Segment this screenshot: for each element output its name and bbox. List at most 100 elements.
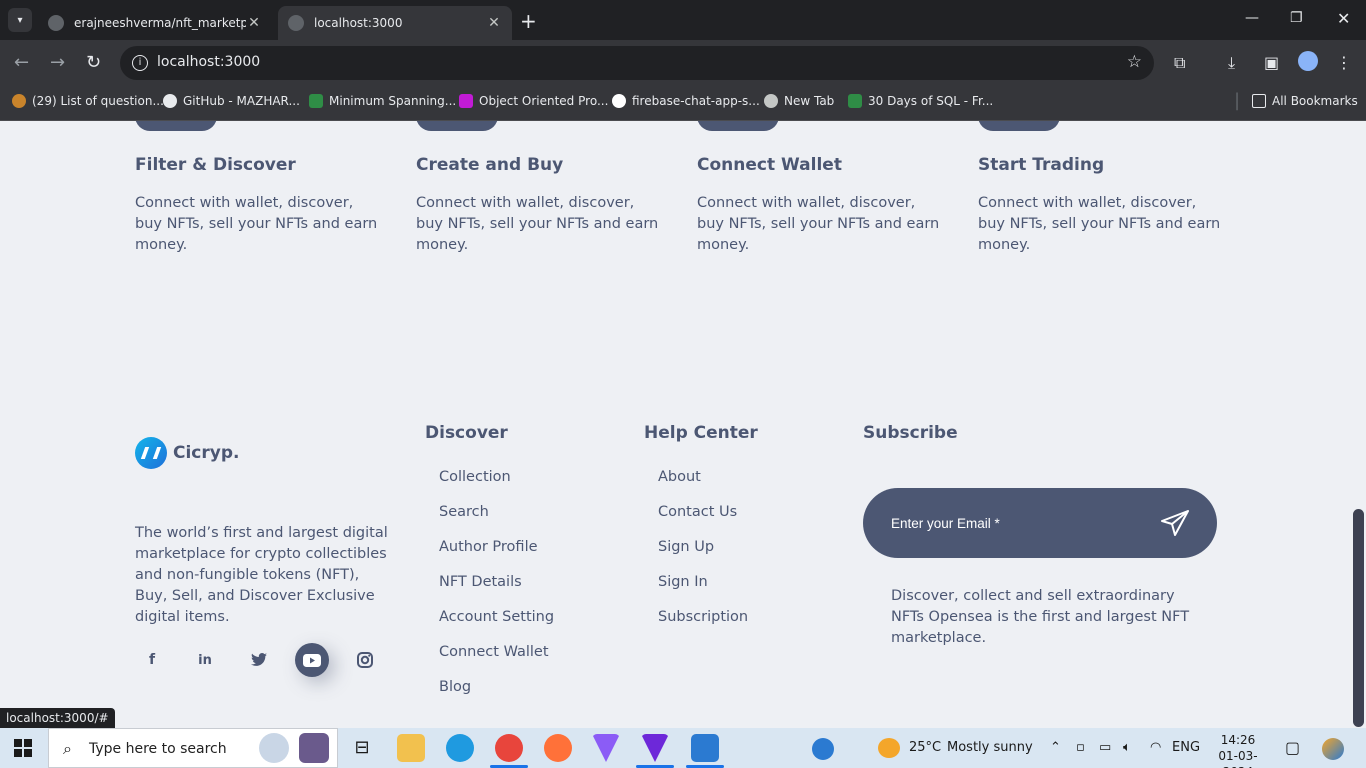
footer-link-about[interactable]: About bbox=[658, 469, 748, 504]
page-scrollbar[interactable] bbox=[1353, 509, 1364, 727]
brand-name[interactable]: Cicryp. bbox=[173, 443, 239, 463]
help-icon[interactable] bbox=[812, 738, 834, 760]
site-info-icon[interactable]: i bbox=[132, 55, 148, 71]
brand-logo-icon[interactable] bbox=[135, 437, 167, 469]
notifications-icon[interactable]: ▢ bbox=[1285, 738, 1300, 757]
all-bookmarks-label: All Bookmarks bbox=[1272, 94, 1358, 108]
search-highlight-icon bbox=[299, 733, 329, 763]
bookmark-item[interactable]: New Tab bbox=[764, 94, 834, 108]
step-description: Connect with wallet, discover, buy NFTs,… bbox=[978, 195, 1221, 253]
bookmark-item[interactable]: (29) List of question... bbox=[12, 94, 164, 108]
footer-link-sign-in[interactable]: Sign In bbox=[658, 574, 748, 609]
github-icon bbox=[163, 94, 177, 108]
bookmarks-bar: (29) List of question... GitHub - MAZHAR… bbox=[0, 86, 1366, 121]
twitter-icon[interactable] bbox=[242, 643, 276, 677]
language-indicator[interactable]: ENG bbox=[1172, 740, 1200, 755]
wifi-icon[interactable]: ◠ bbox=[1150, 740, 1161, 755]
footer-link-contact-us[interactable]: Contact Us bbox=[658, 504, 748, 539]
bookmark-label: firebase-chat-app-s... bbox=[632, 94, 760, 108]
restore-button[interactable]: ❐ bbox=[1290, 10, 1303, 26]
tab-github[interactable]: erajneeshverma/nft_marketplac ✕ bbox=[38, 6, 272, 40]
bookmark-item[interactable]: Object Oriented Pro... bbox=[459, 94, 608, 108]
temperature[interactable]: 25°C bbox=[909, 740, 941, 755]
meet-icon[interactable]: ▫ bbox=[1076, 740, 1085, 755]
footer-link-subscription[interactable]: Subscription bbox=[658, 609, 748, 644]
edge-icon[interactable] bbox=[446, 734, 474, 762]
new-tab-button[interactable]: + bbox=[520, 9, 537, 33]
windows-start-icon[interactable] bbox=[14, 739, 32, 757]
footer-link-nft-details[interactable]: NFT Details bbox=[439, 574, 554, 609]
gfg-icon bbox=[309, 94, 323, 108]
footer-link-author-profile[interactable]: Author Profile bbox=[439, 539, 554, 574]
battery-icon[interactable]: ▭ bbox=[1099, 740, 1111, 755]
footer-link-collection[interactable]: Collection bbox=[439, 469, 554, 504]
step-pill bbox=[135, 121, 217, 131]
bookmark-star-icon[interactable]: ☆ bbox=[1127, 52, 1142, 72]
tab-title: erajneeshverma/nft_marketplac bbox=[74, 16, 246, 30]
proton-vpn-icon[interactable] bbox=[641, 734, 669, 762]
facebook-icon[interactable]: f bbox=[135, 643, 169, 677]
step-pill bbox=[697, 121, 779, 131]
footer-link-blog[interactable]: Blog bbox=[439, 679, 554, 714]
all-bookmarks-button[interactable]: All Bookmarks bbox=[1252, 94, 1358, 108]
bookmark-item[interactable]: firebase-chat-app-s... bbox=[612, 94, 760, 108]
download-icon[interactable]: ⤓ bbox=[1228, 53, 1235, 73]
youtube-icon[interactable] bbox=[295, 643, 329, 677]
step-title: Start Trading bbox=[978, 155, 1105, 175]
help-center-links: About Contact Us Sign Up Sign In Subscri… bbox=[658, 469, 748, 644]
bookmark-label: New Tab bbox=[784, 94, 835, 108]
chevron-up-icon[interactable]: ⌃ bbox=[1050, 740, 1061, 755]
extensions-icon[interactable]: ⧉ bbox=[1174, 53, 1185, 73]
footer-about-text: The world’s first and largest digital ma… bbox=[135, 525, 388, 625]
vscode-icon[interactable] bbox=[691, 734, 719, 762]
close-icon[interactable]: ✕ bbox=[246, 15, 262, 31]
linkedin-icon[interactable]: in bbox=[188, 643, 222, 677]
proton-vpn-icon[interactable] bbox=[592, 734, 620, 762]
footer-link-sign-up[interactable]: Sign Up bbox=[658, 539, 748, 574]
url-text[interactable]: localhost:3000 bbox=[157, 54, 260, 70]
close-icon[interactable]: ✕ bbox=[486, 15, 502, 31]
step-pill bbox=[416, 121, 498, 131]
footer-link-connect-wallet[interactable]: Connect Wallet bbox=[439, 644, 554, 679]
minimize-button[interactable]: — bbox=[1245, 10, 1259, 26]
search-highlight-icon bbox=[259, 733, 289, 763]
discover-heading: Discover bbox=[425, 423, 508, 443]
side-panel-icon[interactable]: ▣ bbox=[1264, 53, 1279, 72]
address-bar[interactable]: i localhost:3000 ☆ bbox=[120, 46, 1154, 80]
folder-icon bbox=[1252, 94, 1266, 108]
weather-condition[interactable]: Mostly sunny bbox=[947, 740, 1033, 755]
bookmark-item[interactable]: 30 Days of SQL - Fr... bbox=[848, 94, 993, 108]
instagram-icon[interactable] bbox=[348, 643, 382, 677]
bookmark-divider: | bbox=[1234, 90, 1241, 111]
footer-link-search[interactable]: Search bbox=[439, 504, 554, 539]
back-button[interactable]: ← bbox=[14, 52, 29, 73]
send-icon[interactable] bbox=[1161, 510, 1189, 536]
profile-avatar[interactable] bbox=[1298, 51, 1318, 71]
menu-kebab-icon[interactable]: ⋮ bbox=[1336, 53, 1352, 72]
taskbar-search[interactable]: ⌕ Type here to search bbox=[48, 728, 338, 768]
footer-link-account-setting[interactable]: Account Setting bbox=[439, 609, 554, 644]
firefox-icon[interactable] bbox=[544, 734, 572, 762]
tab-search-button[interactable]: ▾ bbox=[8, 8, 32, 32]
weather-icon bbox=[878, 738, 900, 758]
file-explorer-icon[interactable] bbox=[397, 734, 425, 762]
tab-localhost[interactable]: localhost:3000 ✕ bbox=[278, 6, 512, 40]
reload-button[interactable]: ↻ bbox=[86, 52, 101, 73]
bookmark-label: Object Oriented Pro... bbox=[479, 94, 609, 108]
chrome-icon[interactable] bbox=[495, 734, 523, 762]
close-window-button[interactable]: ✕ bbox=[1337, 9, 1350, 28]
nextjs-icon bbox=[612, 94, 626, 108]
task-view-icon[interactable]: ⊟ bbox=[348, 734, 376, 762]
bookmark-favicon-icon bbox=[459, 94, 473, 108]
bookmark-item[interactable]: Minimum Spanning... bbox=[309, 94, 456, 108]
copilot-icon[interactable] bbox=[1322, 738, 1344, 760]
bookmark-favicon-icon bbox=[12, 94, 26, 108]
forward-button[interactable]: → bbox=[50, 52, 65, 73]
email-input[interactable] bbox=[891, 510, 1141, 536]
step-title: Connect Wallet bbox=[697, 155, 842, 175]
windows-taskbar: ⌕ Type here to search ⊟ 25°C Mostly sunn… bbox=[0, 728, 1366, 768]
system-clock[interactable]: 14:26 01-03-2024 bbox=[1206, 732, 1270, 768]
bookmark-item[interactable]: GitHub - MAZHAR... bbox=[163, 94, 300, 108]
volume-icon[interactable]: 🔈︎ bbox=[1123, 740, 1131, 755]
subscribe-description: Discover, collect and sell extraordinary… bbox=[891, 588, 1190, 646]
